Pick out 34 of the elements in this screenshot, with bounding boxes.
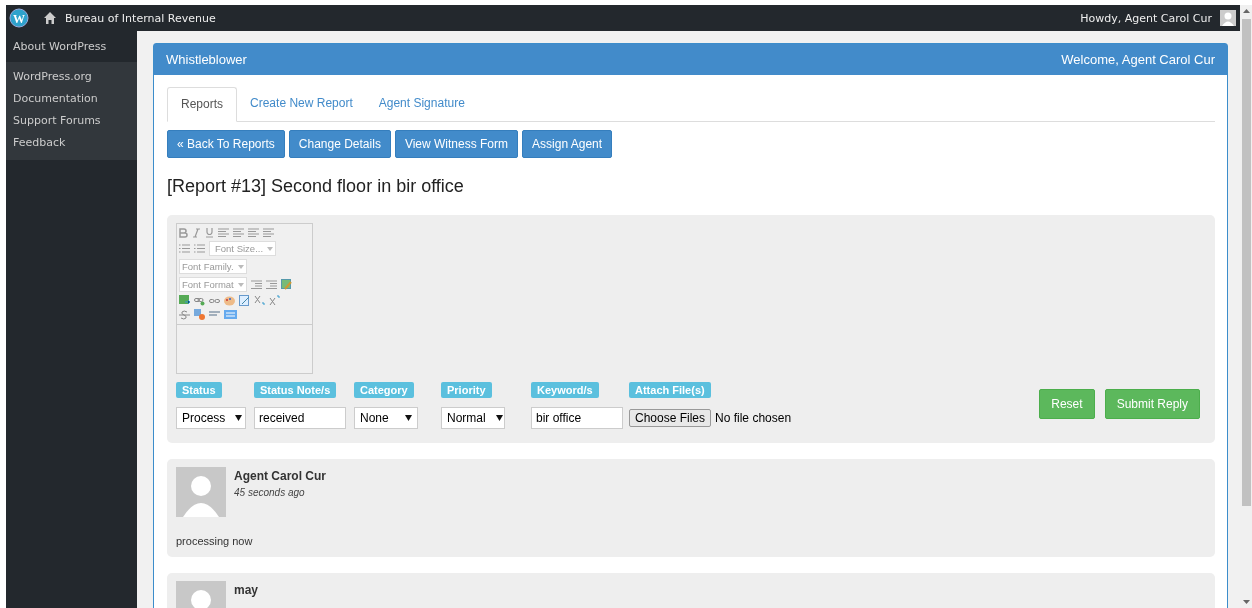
dropdown[interactable]: Normal [441,407,505,429]
file-status-text: No file chosen [715,411,792,425]
sidebar-item[interactable]: WordPress.org [6,66,137,88]
comment-author: Agent Carol Cur [234,469,326,483]
action-button[interactable]: View Witness Form [394,130,519,158]
welcome-text: Welcome, Agent Carol Cur [1061,52,1215,67]
action-button[interactable]: Change Details [288,130,391,158]
tab[interactable]: Create New Report [237,87,366,121]
sidebar-item[interactable]: Feedback [6,132,137,154]
field-label: Priority [441,382,492,398]
choose-files-button[interactable]: Choose Files [629,409,712,427]
panel-title: Whistleblower [166,52,247,67]
sidebar-item[interactable]: Support Forums [6,110,137,132]
sidebar-item[interactable]: Documentation [6,88,137,110]
action-button[interactable]: « Back To Reports [167,130,285,158]
site-name-link[interactable]: Bureau of Internal Revenue [65,11,216,25]
comment-time: 45 seconds ago [234,487,306,498]
sidebar-item[interactable]: About WordPress [6,31,137,62]
dropdown[interactable]: Process [176,407,246,429]
comment-text: processing now [176,535,254,547]
input-field[interactable]: received [254,407,346,429]
input-field[interactable]: bir office [531,407,623,429]
action-button[interactable]: Assign Agent [522,130,613,158]
field-label: Status Note/s [254,382,337,398]
field-label: Status [176,382,222,398]
tab[interactable]: Reports [167,87,238,122]
dropdown[interactable]: None [354,407,418,429]
comment-author: may [234,583,259,597]
field-label: Category [354,382,414,398]
field-label: Attach File(s) [629,382,711,398]
report-title: [Report #13] Second floor in bir office [167,176,465,197]
tab[interactable]: Agent Signature [365,87,478,121]
greeting-link[interactable]: Howdy, Agent Carol Cur [1080,11,1212,25]
field-label: Keyword/s [531,382,599,398]
